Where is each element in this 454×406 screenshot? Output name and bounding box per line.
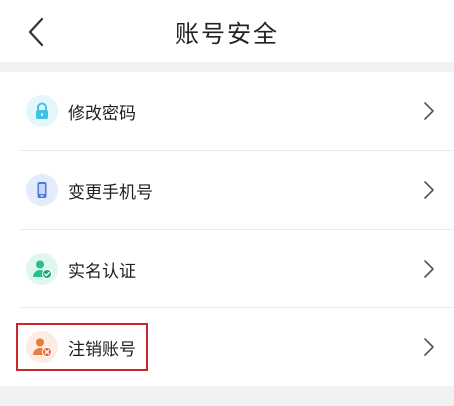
user-verified-icon [26, 253, 58, 285]
item-label: 修改密码 [68, 103, 136, 124]
list-item-change-password[interactable]: 修改密码 [0, 72, 454, 150]
item-label: 实名认证 [68, 261, 136, 282]
item-label: 变更手机号 [68, 182, 153, 203]
page-title: 账号安全 [175, 20, 279, 48]
list-item-change-phone[interactable]: 变更手机号 [0, 151, 454, 229]
phone-icon [26, 174, 58, 206]
account-security-page: 账号安全 修改密码 变更手机号 实名认证 注销账号 [0, 0, 454, 406]
chevron-right-icon [424, 260, 434, 278]
chevron-right-icon [424, 102, 434, 120]
highlight-box [16, 323, 148, 371]
lock-icon [26, 95, 58, 127]
chevron-right-icon [424, 338, 434, 356]
bottom-spacer [0, 386, 454, 406]
header-bar: 账号安全 [0, 0, 454, 62]
chevron-right-icon [424, 181, 434, 199]
list-item-real-name-verification[interactable]: 实名认证 [0, 230, 454, 308]
